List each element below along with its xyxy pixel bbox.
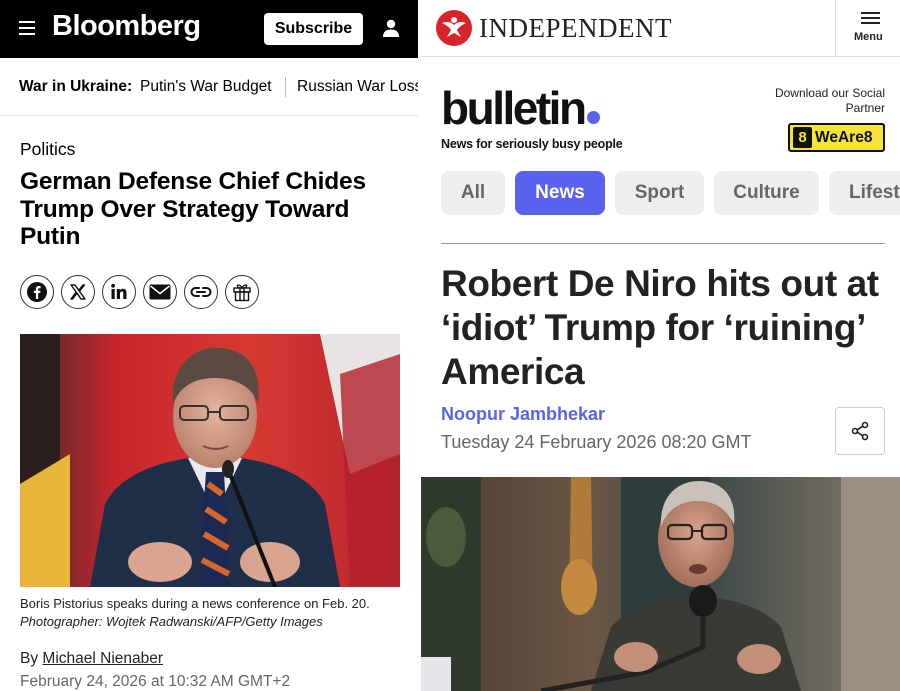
topic-bar: War in Ukraine: Putin's War Budget Russi… [0, 58, 418, 116]
interview-photo [421, 477, 900, 691]
author-link[interactable]: Michael Nienaber [42, 650, 163, 667]
email-icon [149, 284, 171, 300]
email-share-button[interactable] [143, 275, 177, 309]
subscribe-button[interactable]: Subscribe [264, 13, 363, 45]
x-share-button[interactable] [61, 275, 95, 309]
publish-date: February 24, 2026 at 10:32 AM GMT+2 [20, 673, 291, 690]
bulletin-dot-icon [586, 111, 600, 124]
share-button[interactable] [835, 407, 885, 455]
facebook-share-button[interactable] [20, 275, 54, 309]
photo-caption: Boris Pistorius speaks during a news con… [20, 595, 400, 630]
topic-link-war-budget[interactable]: Putin's War Budget [140, 78, 272, 96]
tab-sport[interactable]: Sport [615, 171, 704, 215]
facebook-icon [27, 282, 47, 302]
caption-credit: Photographer: Wojtek Radwanski/AFP/Getty… [20, 613, 323, 629]
topic-divider [285, 77, 286, 97]
x-icon [70, 284, 86, 300]
user-account-icon[interactable] [381, 18, 401, 38]
divider-line [441, 243, 885, 244]
hamburger-menu-icon[interactable] [19, 21, 35, 35]
tab-news[interactable]: News [515, 171, 605, 215]
bulletin-tagline: News for seriously busy people [441, 137, 623, 151]
weare8-number: 8 [793, 127, 812, 148]
article-photo [20, 334, 400, 587]
independent-header: INDEPENDENT Menu [421, 0, 900, 57]
topic-link-war-loss[interactable]: Russian War Loss [297, 78, 418, 96]
menu-button[interactable]: Menu [835, 0, 900, 57]
weare8-name: WeAre8 [815, 128, 873, 146]
tab-lifestyle[interactable]: Lifest [829, 171, 900, 215]
gift-icon [233, 284, 251, 302]
section-label[interactable]: Politics [20, 139, 75, 160]
bloomberg-header: Bloomberg Subscribe [0, 0, 418, 58]
menu-label: Menu [854, 31, 883, 43]
bulletin-logo[interactable]: bulletin [441, 82, 600, 134]
weare8-badge[interactable]: 8 WeAre8 [788, 123, 885, 152]
bloomberg-logo[interactable]: Bloomberg [52, 10, 201, 43]
copy-link-button[interactable] [184, 275, 218, 309]
share-icon [851, 421, 869, 441]
publish-date: Tuesday 24 February 2026 08:20 GMT [441, 432, 752, 452]
share-row [20, 275, 259, 309]
article-headline: German Defense Chief Chides Trump Over S… [20, 168, 366, 250]
article-photo [421, 477, 900, 691]
article-headline: Robert De Niro hits out at ‘idiot’ Trump… [441, 263, 879, 392]
tab-all[interactable]: All [441, 171, 505, 215]
caption-text: Boris Pistorius speaks during a news con… [20, 596, 370, 611]
bloomberg-panel: Bloomberg Subscribe War in Ukraine: Puti… [0, 0, 418, 691]
independent-logo[interactable]: INDEPENDENT [479, 13, 672, 44]
author-link[interactable]: Noopur Jambhekar [441, 404, 605, 425]
tab-culture[interactable]: Culture [714, 171, 819, 215]
byline-prefix: By [20, 650, 39, 667]
linkedin-icon [111, 283, 127, 299]
link-icon [190, 287, 212, 297]
independent-panel: INDEPENDENT Menu bulletin News for serio… [421, 0, 900, 691]
eagle-logo-icon[interactable] [435, 9, 473, 47]
topic-label: War in Ukraine: [19, 78, 133, 95]
byline: By Michael Nienaber [20, 650, 163, 668]
download-promo-text: Download our Social Partner [774, 86, 885, 115]
gift-article-button[interactable] [225, 275, 259, 309]
menu-icon [861, 12, 880, 27]
press-conference-photo [20, 334, 400, 587]
linkedin-share-button[interactable] [102, 275, 136, 309]
